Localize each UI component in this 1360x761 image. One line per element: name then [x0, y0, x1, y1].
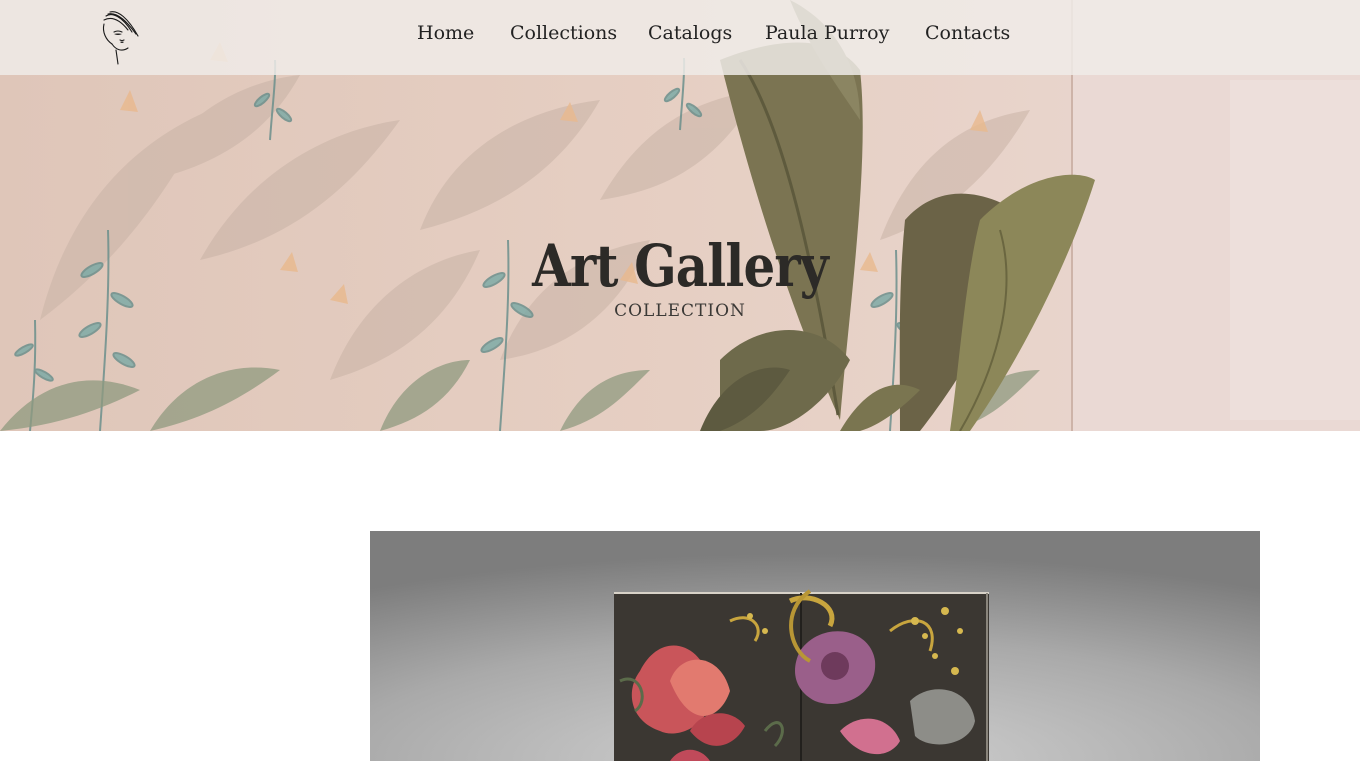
- nav-home-link[interactable]: Home: [417, 22, 474, 44]
- floral-folding-screen-artwork[interactable]: [370, 531, 1260, 761]
- main-menu: Home Collections Catalogs Paula Purroy C…: [0, 0, 1360, 75]
- page-title: Art Gallery: [532, 232, 829, 300]
- nav-contacts-link[interactable]: Contacts: [925, 22, 1010, 44]
- page-subtitle: COLLECTION: [614, 301, 746, 321]
- nav-catalogs-link[interactable]: Catalogs: [648, 22, 732, 44]
- nav-collections-link[interactable]: Collections: [510, 22, 617, 44]
- top-navigation-bar: Home Collections Catalogs Paula Purroy C…: [0, 0, 1360, 75]
- nav-paula-purroy-link[interactable]: Paula Purroy: [765, 22, 889, 44]
